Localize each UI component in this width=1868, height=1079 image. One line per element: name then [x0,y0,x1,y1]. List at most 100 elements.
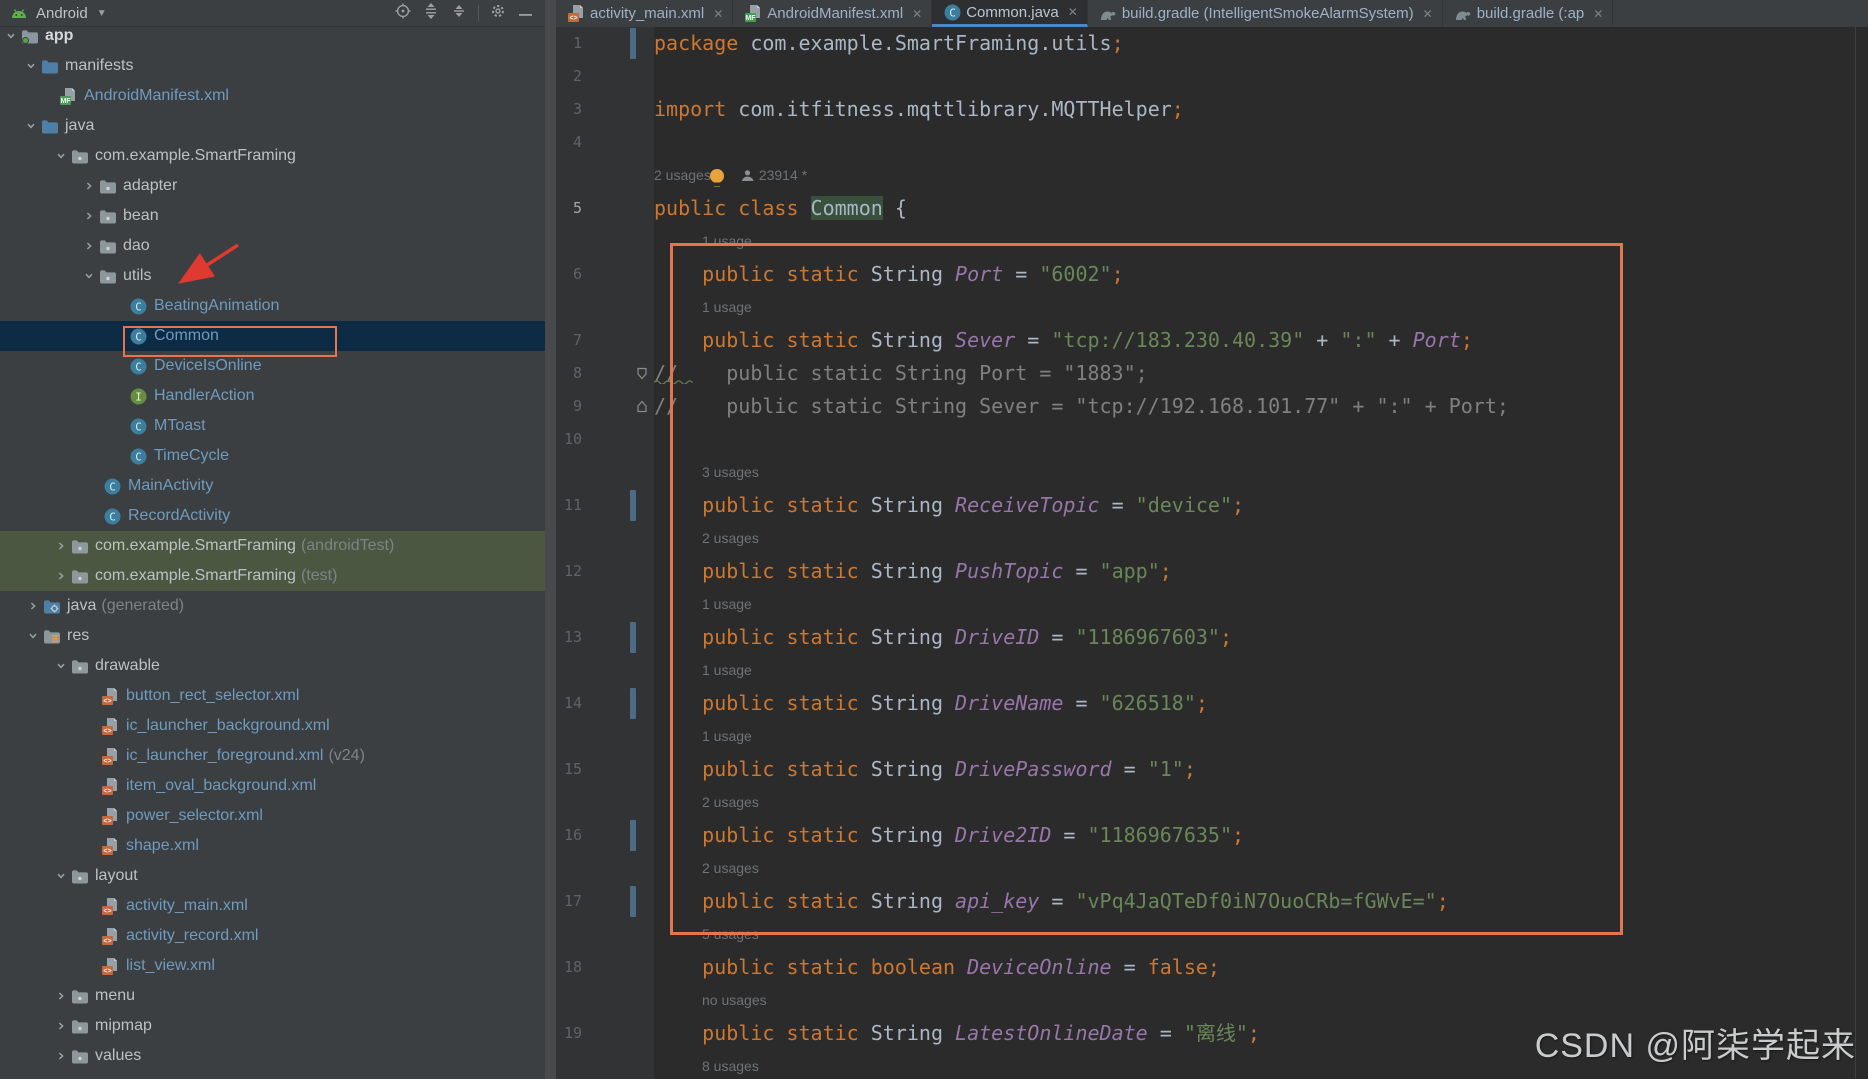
usages-hint[interactable]: no usages [654,984,767,1017]
tree-item-mainactivity[interactable]: CMainActivity [0,471,545,501]
fold-up-icon[interactable] [636,400,648,418]
editor-tab-activity-main-xml[interactable]: <>activity_main.xml✕ [556,0,733,27]
code-line-16[interactable]: 16 public static String Drive2ID = "1186… [556,819,1868,852]
code-line-12[interactable]: 12 public static String PushTopic = "app… [556,555,1868,588]
tree-item-manifests[interactable]: manifests [0,51,545,81]
tree-item-com-example-smartframing[interactable]: com.example.SmartFraming(androidTest) [0,531,545,561]
tree-item-deviceisonline[interactable]: CDeviceIsOnline [0,351,545,381]
usages-hint[interactable]: 3 usages [654,456,759,489]
code-editor[interactable]: 1package com.example.SmartFraming.utils;… [556,27,1868,1079]
code-line-15[interactable]: 15 public static String DrivePassword = … [556,753,1868,786]
chevron-right-icon[interactable] [52,991,69,1001]
tree-item-dao[interactable]: dao [0,231,545,261]
chevron-right-icon[interactable] [52,571,69,581]
chevron-right-icon[interactable] [52,1051,69,1061]
chevron-down-icon[interactable] [2,31,19,41]
editor-tab-androidmanifest-xml[interactable]: MFAndroidManifest.xml✕ [733,0,932,27]
code-line-5[interactable]: 5public class Common { [556,192,1868,225]
code-line-1[interactable]: 1package com.example.SmartFraming.utils; [556,27,1868,60]
tree-item-java[interactable]: java(generated) [0,591,545,621]
tree-item-menu[interactable]: menu [0,981,545,1011]
tree-item-bean[interactable]: bean [0,201,545,231]
locate-button[interactable] [394,4,412,22]
tree-item-timecycle[interactable]: CTimeCycle [0,441,545,471]
settings-button[interactable] [489,4,507,22]
usages-hint[interactable]: 2 usages [654,852,759,885]
editor-scrollbar-track[interactable] [1855,27,1856,1079]
chevron-right-icon[interactable] [80,211,97,221]
editor-tab-build-gradle-intelligentsmokealarmsystem-[interactable]: build.gradle (IntelligentSmokeAlarmSyste… [1088,0,1443,27]
tree-item-java[interactable]: java [0,111,545,141]
code-line-18[interactable]: 18 public static boolean DeviceOnline = … [556,951,1868,984]
close-icon[interactable]: ✕ [713,7,723,21]
code-line-4[interactable]: 4 [556,126,1868,159]
usages-hint[interactable]: 1 usage [654,588,752,621]
chevron-down-icon[interactable] [22,61,39,71]
tree-item-item-oval-background-xml[interactable]: <>item_oval_background.xml [0,771,545,801]
author-hint[interactable]: 23914 * [759,159,807,192]
usages-hint[interactable]: 1 usage [654,291,752,324]
tree-item-layout[interactable]: layout [0,861,545,891]
chevron-down-icon[interactable] [80,271,97,281]
code-line-6[interactable]: 6 public static String Port = "6002"; [556,258,1868,291]
panel-splitter[interactable] [545,0,556,1079]
usages-hint[interactable]: 1 usage [654,654,752,687]
code-line-11[interactable]: 11 public static String ReceiveTopic = "… [556,489,1868,522]
tree-item-recordactivity[interactable]: CRecordActivity [0,501,545,531]
tree-item-beatinganimation[interactable]: CBeatingAnimation [0,291,545,321]
chevron-right-icon[interactable] [24,601,41,611]
code-line-9[interactable]: 9// public static String Sever = "tcp://… [556,390,1868,423]
chevron-down-icon[interactable] [22,121,39,131]
tree-item-drawable[interactable]: drawable [0,651,545,681]
hide-panel-button[interactable] [517,4,535,22]
tree-item-com-example-smartframing[interactable]: com.example.SmartFraming(test) [0,561,545,591]
tree-item-activity-record-xml[interactable]: <>activity_record.xml [0,921,545,951]
code-line-10[interactable]: 10 [556,423,1868,456]
close-icon[interactable]: ✕ [1068,5,1078,19]
lightbulb-icon[interactable] [710,169,724,183]
editor-tab-build-gradle-ap[interactable]: build.gradle (:ap✕ [1443,0,1614,27]
usages-hint[interactable]: 8 usages [654,1050,759,1079]
code-line-7[interactable]: 7 public static String Sever = "tcp://18… [556,324,1868,357]
code-line-17[interactable]: 17 public static String api_key = "vPq4J… [556,885,1868,918]
code-vision-hint[interactable]: 2 usages 23914 * [654,159,807,192]
close-icon[interactable]: ✕ [1593,7,1603,21]
collapse-all-button[interactable] [450,4,468,22]
tree-item-ic-launcher-foreground-xml[interactable]: <>ic_launcher_foreground.xml(v24) [0,741,545,771]
chevron-down-icon[interactable] [52,661,69,671]
usages-hint[interactable]: 1 usage [654,225,752,258]
fold-down-icon[interactable] [636,367,648,385]
tree-item-mtoast[interactable]: CMToast [0,411,545,441]
chevron-right-icon[interactable] [52,541,69,551]
tree-item-adapter[interactable]: adapter [0,171,545,201]
close-icon[interactable]: ✕ [912,7,922,21]
code-line-13[interactable]: 13 public static String DriveID = "11869… [556,621,1868,654]
tree-item-androidmanifest-xml[interactable]: MFAndroidManifest.xml [0,81,545,111]
code-line-2[interactable]: 2 [556,60,1868,93]
tree-item-button-rect-selector-xml[interactable]: <>button_rect_selector.xml [0,681,545,711]
usages-hint[interactable]: 2 usages [654,786,759,819]
tree-item-list-view-xml[interactable]: <>list_view.xml [0,951,545,981]
usages-hint[interactable]: 2 usages [654,159,711,192]
chevron-right-icon[interactable] [80,181,97,191]
chevron-down-icon[interactable] [52,151,69,161]
chevron-right-icon[interactable] [80,241,97,251]
tree-item-com-example-smartframing[interactable]: com.example.SmartFraming [0,141,545,171]
close-icon[interactable]: ✕ [1423,7,1433,21]
usages-hint[interactable]: 2 usages [654,522,759,555]
code-line-14[interactable]: 14 public static String DriveName = "626… [556,687,1868,720]
tree-item-activity-main-xml[interactable]: <>activity_main.xml [0,891,545,921]
tree-item-res[interactable]: res [0,621,545,651]
tree-item-mipmap[interactable]: mipmap [0,1011,545,1041]
tree-item-handleraction[interactable]: IHandlerAction [0,381,545,411]
code-line-3[interactable]: 3import com.itfitness.mqttlibrary.MQTTHe… [556,93,1868,126]
chevron-right-icon[interactable] [52,1021,69,1031]
code-line-8[interactable]: 8// public static String Port = "1883"; [556,357,1868,390]
tree-item-utils[interactable]: utils [0,261,545,291]
project-view-selector[interactable]: Android ▼ [0,5,394,22]
chevron-down-icon[interactable] [24,631,41,641]
tree-item-common[interactable]: CCommon [0,321,545,351]
chevron-down-icon[interactable] [52,871,69,881]
editor-tab-common-java[interactable]: CCommon.java✕ [932,0,1088,27]
tree-item-ic-launcher-background-xml[interactable]: <>ic_launcher_background.xml [0,711,545,741]
